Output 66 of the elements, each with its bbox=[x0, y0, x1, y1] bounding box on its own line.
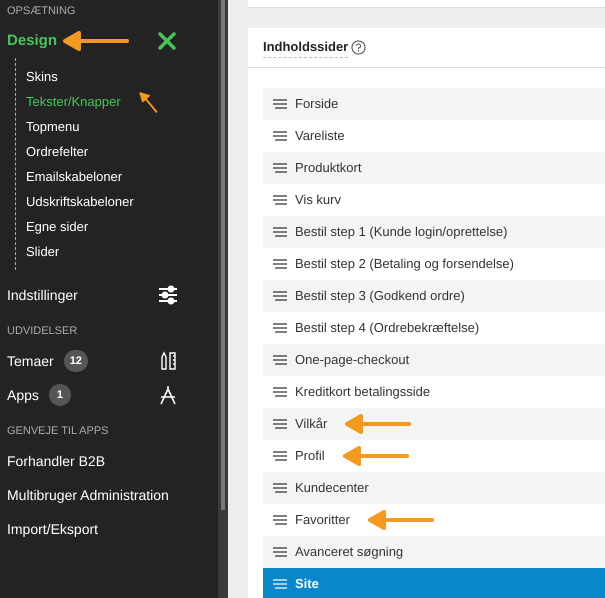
page-label: Kundecenter bbox=[295, 479, 369, 498]
tools-icon bbox=[156, 30, 178, 52]
page-row[interactable]: Bestil step 3 (Godkend ordre) bbox=[263, 280, 605, 312]
submenu-item[interactable]: Topmenu bbox=[26, 116, 80, 136]
drag-handle-icon[interactable] bbox=[273, 259, 287, 269]
drag-handle-icon[interactable] bbox=[273, 323, 287, 333]
card-title: Indholdssider bbox=[263, 37, 348, 58]
count-badge: 12 bbox=[64, 350, 88, 372]
nav-item[interactable]: Import/Eksport bbox=[7, 518, 98, 540]
drag-handle-icon[interactable] bbox=[273, 195, 287, 205]
compass-icon bbox=[158, 385, 178, 405]
page-label: Vilkår bbox=[295, 415, 328, 434]
drag-handle-icon[interactable] bbox=[273, 419, 287, 429]
page-label: Bestil step 4 (Ordrebekræftelse) bbox=[295, 319, 480, 338]
sliders-icon bbox=[158, 285, 178, 305]
count-badge: 1 bbox=[48, 384, 71, 406]
nav-item[interactable]: Indstillinger bbox=[7, 284, 78, 306]
drag-handle-icon[interactable] bbox=[273, 483, 287, 493]
nav-item[interactable]: Multibruger Administration bbox=[7, 484, 169, 506]
page-label: Forside bbox=[295, 95, 338, 114]
submenu-item[interactable]: Tekster/Knapper bbox=[26, 92, 121, 112]
drag-handle-icon[interactable] bbox=[273, 131, 287, 141]
page-label: Profil bbox=[295, 447, 325, 466]
drag-handle-icon[interactable] bbox=[273, 547, 287, 557]
page-label: Kreditkort betalingsside bbox=[295, 383, 430, 402]
nav-item[interactable]: Forhandler B2B bbox=[7, 450, 106, 472]
section-heading: GENVEJE TIL APPS bbox=[7, 424, 110, 439]
submenu-item[interactable]: Ordrefelter bbox=[26, 142, 88, 162]
submenu-item[interactable]: Emailskabeloner bbox=[26, 166, 122, 186]
submenu-item[interactable]: Skins bbox=[26, 66, 58, 86]
scrollbar[interactable] bbox=[218, 0, 228, 598]
page-row[interactable]: Forside bbox=[263, 88, 605, 120]
page-row[interactable]: Kundecenter bbox=[263, 472, 605, 504]
page-label: One-page-checkout bbox=[295, 351, 410, 370]
page-label: Vis kurv bbox=[295, 191, 341, 210]
drag-handle-icon[interactable] bbox=[273, 451, 287, 461]
drag-handle-icon[interactable] bbox=[273, 291, 287, 301]
drag-handle-icon[interactable] bbox=[273, 387, 287, 397]
nav-item[interactable]: Design bbox=[7, 30, 58, 52]
submenu-item[interactable]: Slider bbox=[26, 242, 60, 262]
help-icon[interactable] bbox=[351, 40, 366, 55]
page-label: Vareliste bbox=[295, 127, 345, 146]
section-heading: OPSÆTNING bbox=[7, 4, 76, 19]
drag-handle-icon[interactable] bbox=[273, 515, 287, 525]
page-row[interactable]: Produktkort bbox=[263, 152, 605, 184]
page-row[interactable]: Vilkår bbox=[263, 408, 605, 440]
drag-handle-icon[interactable] bbox=[273, 163, 287, 173]
drag-handle-icon[interactable] bbox=[273, 99, 287, 109]
page-row[interactable]: Bestil step 1 (Kunde login/oprettelse) bbox=[263, 216, 605, 248]
page-row[interactable]: Site bbox=[263, 568, 605, 598]
page-label: Site bbox=[295, 575, 319, 594]
page-label: Favoritter bbox=[295, 511, 350, 530]
nav-item[interactable]: Apps bbox=[7, 384, 39, 406]
page-label: Produktkort bbox=[295, 159, 362, 178]
page-label: Avanceret søgning bbox=[295, 543, 404, 562]
nav-item[interactable]: Temaer bbox=[7, 350, 54, 372]
page-row[interactable]: Avanceret søgning bbox=[263, 536, 605, 568]
page-label: Bestil step 1 (Kunde login/oprettelse) bbox=[295, 223, 508, 242]
submenu-item[interactable]: Udskriftskabeloner bbox=[26, 192, 134, 212]
section-heading: UDVIDELSER bbox=[7, 324, 78, 339]
drag-handle-icon[interactable] bbox=[273, 355, 287, 365]
submenu-item[interactable]: Egne sider bbox=[26, 216, 88, 236]
page-label: Bestil step 3 (Godkend ordre) bbox=[295, 287, 465, 306]
drag-handle-icon[interactable] bbox=[273, 227, 287, 237]
page-row[interactable]: One-page-checkout bbox=[263, 344, 605, 376]
page-label: Bestil step 2 (Betaling og forsendelse) bbox=[295, 255, 514, 274]
